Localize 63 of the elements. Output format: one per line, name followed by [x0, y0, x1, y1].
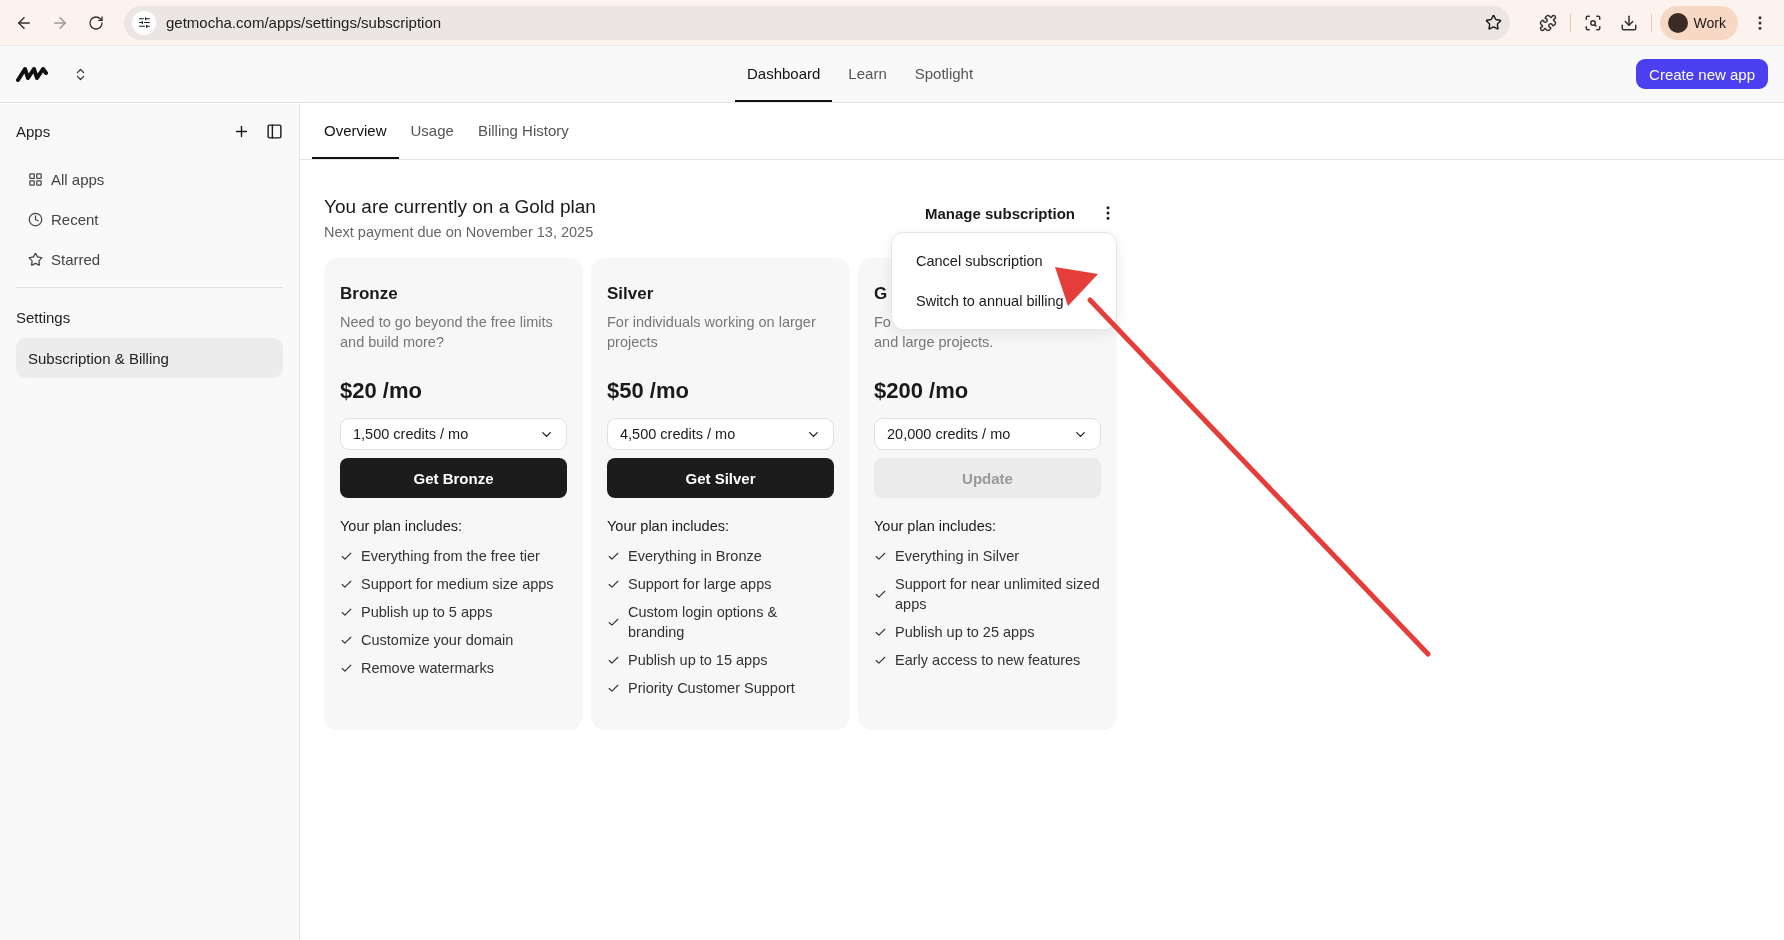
nav-tab[interactable]: Dashboard: [734, 46, 833, 102]
url-text: getmocha.com/apps/settings/subscription: [166, 14, 443, 31]
sidebar-item[interactable]: Subscription & Billing: [16, 338, 283, 378]
grid-icon: [28, 171, 43, 187]
manage-subscription-link[interactable]: Manage subscription: [924, 204, 1075, 222]
plan-description: For individuals working on larger: [607, 313, 817, 332]
credits-select[interactable]: 1,500 credits / mo: [340, 418, 567, 450]
site-settings-icon[interactable]: [132, 10, 156, 35]
tab[interactable]: Overview: [312, 103, 399, 159]
plan-price: $200 /mo: [874, 378, 970, 404]
plan-description: and build more?: [340, 333, 445, 352]
menu-item[interactable]: Cancel subscription: [892, 241, 1116, 281]
feature-text: Early access to new features: [895, 651, 1081, 670]
tab[interactable]: Billing History: [465, 103, 581, 159]
menu-item[interactable]: Switch to annual billing: [892, 281, 1116, 321]
plan-button[interactable]: Get Silver: [607, 458, 834, 498]
feature-text: Priority Customer Support: [628, 679, 795, 698]
plan-name: Bronze: [340, 284, 398, 304]
section-title: Settings: [16, 307, 72, 328]
profile-button[interactable]: Work: [1659, 5, 1738, 40]
plan-button[interactable]: Get Bronze: [340, 458, 567, 498]
credits-select[interactable]: 20,000 credits / mo: [874, 418, 1101, 450]
feature-text: Everything in Bronze: [628, 547, 762, 566]
star-icon: [28, 251, 43, 267]
plan-title: You are currently on a Gold plan: [324, 196, 596, 218]
includes-label: Your plan includes:: [874, 518, 997, 534]
sidebar-item[interactable]: Starred: [16, 239, 283, 279]
feature-text: Publish up to 15 apps: [628, 651, 768, 670]
feature-text: Custom login options & branding: [628, 603, 779, 642]
nav-tab[interactable]: Spotlight: [902, 46, 986, 102]
sidebar-toggle-icon[interactable]: [266, 122, 283, 140]
plan-price: $20 /mo: [340, 378, 423, 404]
plan-name: Silver: [607, 284, 654, 304]
feature-text: Remove watermarks: [361, 659, 494, 678]
plan-name: G: [874, 284, 888, 304]
feature-text: Everything from the free tier: [361, 547, 540, 566]
avatar-icon: [1667, 12, 1688, 33]
includes-label: Your plan includes:: [340, 518, 463, 534]
feature-text: Support for near unlimited sized apps: [895, 575, 1101, 614]
plan-description: and large projects.: [874, 333, 995, 352]
create-app-button[interactable]: Create new app: [1636, 59, 1768, 89]
feature-text: Publish up to 5 apps: [361, 603, 493, 622]
nav-tab[interactable]: Learn: [836, 46, 899, 102]
feature-text: Support for large apps: [628, 575, 772, 594]
address-bar[interactable]: getmocha.com/apps/settings/subscription: [124, 5, 1510, 40]
payment-due-text: Next payment due on November 13, 2025: [324, 224, 595, 240]
feature-text: Customize your domain: [361, 631, 514, 650]
clock-icon: [28, 211, 43, 227]
plan-description: Need to go beyond the free limits: [340, 313, 554, 332]
sidebar-item[interactable]: Recent: [16, 199, 283, 239]
feature-text: Publish up to 25 apps: [895, 623, 1035, 642]
logo-icon[interactable]: [16, 64, 48, 84]
section-title: Apps: [16, 122, 52, 140]
feature-text: Everything in Silver: [895, 547, 1020, 566]
plan-description: Fo: [874, 313, 892, 332]
includes-label: Your plan includes:: [607, 518, 730, 534]
tab[interactable]: Usage: [398, 103, 466, 159]
credits-select[interactable]: 4,500 credits / mo: [607, 418, 834, 450]
feature-text: Support for medium size apps: [361, 575, 554, 594]
plan-description: projects: [607, 333, 659, 352]
bookmark-star-icon[interactable]: [1484, 14, 1502, 31]
plan-price: $50 /mo: [607, 378, 690, 404]
sidebar-item[interactable]: All apps: [16, 159, 283, 199]
